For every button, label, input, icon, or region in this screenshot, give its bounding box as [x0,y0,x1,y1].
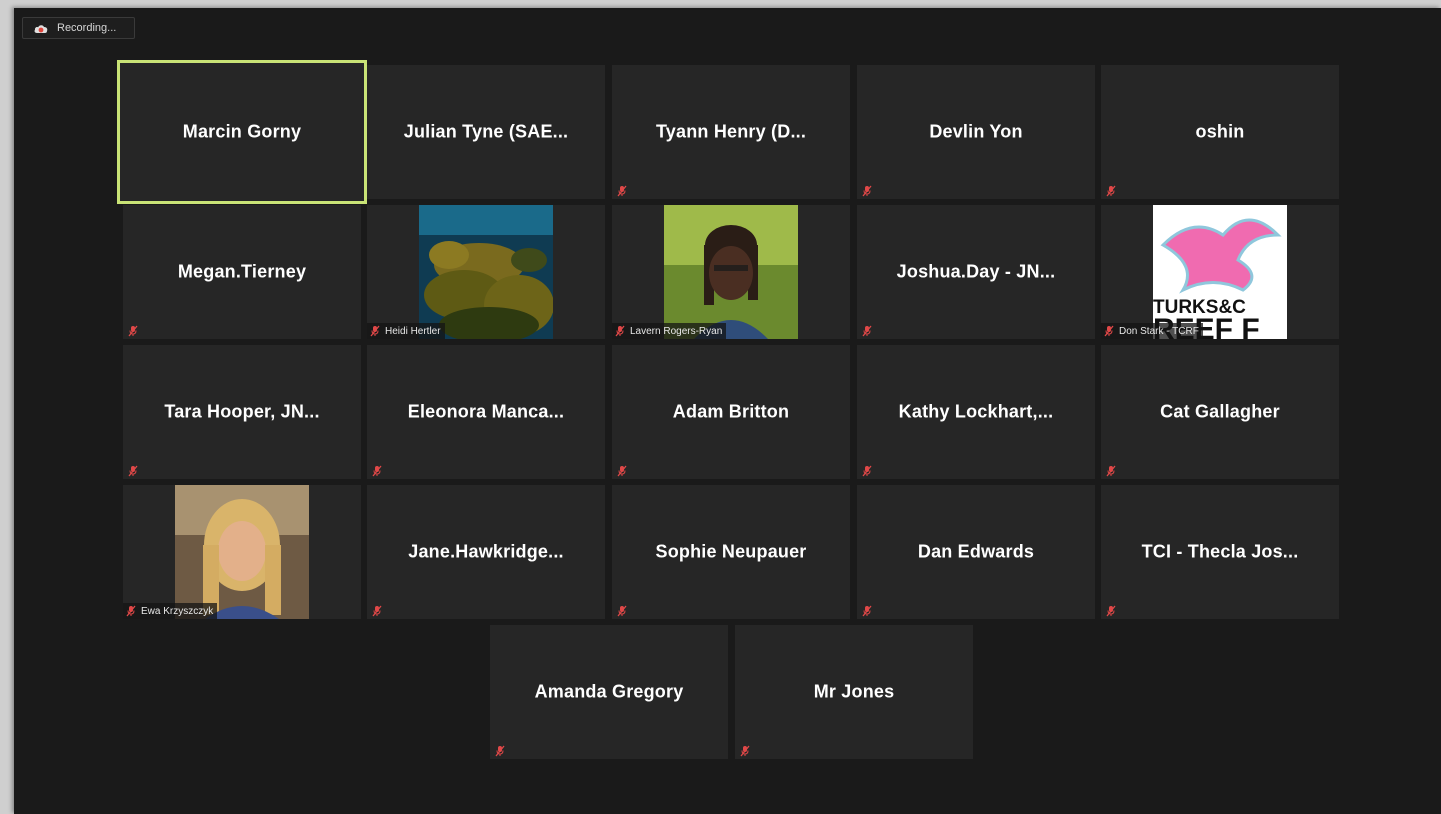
participant-tile[interactable]: Lavern Rogers-Ryan [612,205,850,339]
participant-name: Cat Gallagher [1160,401,1280,422]
participant-tile[interactable]: Cat Gallagher [1101,345,1339,479]
muted-mic-icon [616,184,628,197]
participant-tile[interactable]: Heidi Hertler [367,205,605,339]
participant-name: Tara Hooper, JN... [164,401,320,422]
muted-mic-icon [616,464,628,477]
participant-tile[interactable]: Sophie Neupauer [612,485,850,619]
participant-tile[interactable]: Dan Edwards [857,485,1095,619]
muted-mic-icon [1105,184,1117,197]
participant-tile[interactable]: Megan.Tierney [123,205,361,339]
participant-tile[interactable]: oshin [1101,65,1339,199]
muted-mic-icon [127,464,139,477]
participant-name: Joshua.Day - JN... [896,261,1056,282]
muted-mic-icon [125,605,137,617]
participant-tile[interactable]: Jane.Hawkridge... [367,485,605,619]
participant-name: Adam Britton [672,401,790,422]
muted-mic-icon [127,324,139,337]
participant-name: Julian Tyne (SAE... [403,121,569,142]
participant-tile[interactable]: Amanda Gregory [490,625,728,759]
participant-name-tag: Ewa Krzyszczyk [123,603,218,619]
participant-tile[interactable]: Kathy Lockhart,... [857,345,1095,479]
participant-name: Megan.Tierney [177,261,307,282]
participant-name: oshin [1195,121,1245,142]
participant-name: Don Stark - TCRF [1119,325,1199,337]
participant-video: TURKS&C REEF F [1153,205,1287,339]
muted-mic-icon [369,325,381,337]
muted-mic-icon [494,744,506,757]
participant-video [175,485,309,619]
participant-tile[interactable]: TCI - Thecla Jos... [1101,485,1339,619]
participant-tile[interactable]: Tara Hooper, JN... [123,345,361,479]
muted-mic-icon [861,324,873,337]
participant-tile[interactable]: TURKS&C REEF F Don Stark - TCRF [1101,205,1339,339]
participant-tile[interactable]: Marcin Gorny [117,60,367,204]
participant-name: Ewa Krzyszczyk [141,605,214,617]
participant-name: Amanda Gregory [534,681,684,702]
muted-mic-icon [861,604,873,617]
participant-name: Marcin Gorny [182,121,302,142]
participant-tile[interactable]: Julian Tyne (SAE... [367,65,605,199]
muted-mic-icon [371,604,383,617]
muted-mic-icon [739,744,751,757]
participant-tile[interactable]: Devlin Yon [857,65,1095,199]
participant-name-tag: Lavern Rogers-Ryan [612,323,727,339]
participant-name: Kathy Lockhart,... [898,401,1054,422]
muted-mic-icon [1105,604,1117,617]
participant-tile[interactable]: Eleonora Manca... [367,345,605,479]
muted-mic-icon [861,464,873,477]
recording-indicator[interactable]: Recording... [22,17,135,39]
participant-tile[interactable]: Adam Britton [612,345,850,479]
participant-name: Devlin Yon [929,121,1023,142]
participant-name-tag: Heidi Hertler [367,323,445,339]
participant-tile[interactable]: Tyann Henry (D... [612,65,850,199]
participant-name: Mr Jones [813,681,895,702]
participant-name: Sophie Neupauer [655,541,807,562]
cloud-recording-icon [33,22,49,34]
participant-name: Lavern Rogers-Ryan [630,325,723,337]
muted-mic-icon [616,604,628,617]
muted-mic-icon [371,464,383,477]
participant-video [419,205,553,339]
muted-mic-icon [1105,464,1117,477]
participant-name: Eleonora Manca... [407,401,565,422]
participant-name: Jane.Hawkridge... [408,541,564,562]
recording-label: Recording... [57,22,117,34]
participant-video [664,205,798,339]
muted-mic-icon [614,325,626,337]
participant-name: Heidi Hertler [385,325,441,337]
participant-name-tag: Don Stark - TCRF [1101,323,1203,339]
muted-mic-icon [861,184,873,197]
participant-tile[interactable]: Mr Jones [735,625,973,759]
muted-mic-icon [1103,325,1115,337]
participant-name: TCI - Thecla Jos... [1141,541,1299,562]
participant-name: Tyann Henry (D... [655,121,807,142]
participant-tile[interactable]: Joshua.Day - JN... [857,205,1095,339]
participant-tile[interactable]: Ewa Krzyszczyk [123,485,361,619]
participant-name: Dan Edwards [917,541,1035,562]
